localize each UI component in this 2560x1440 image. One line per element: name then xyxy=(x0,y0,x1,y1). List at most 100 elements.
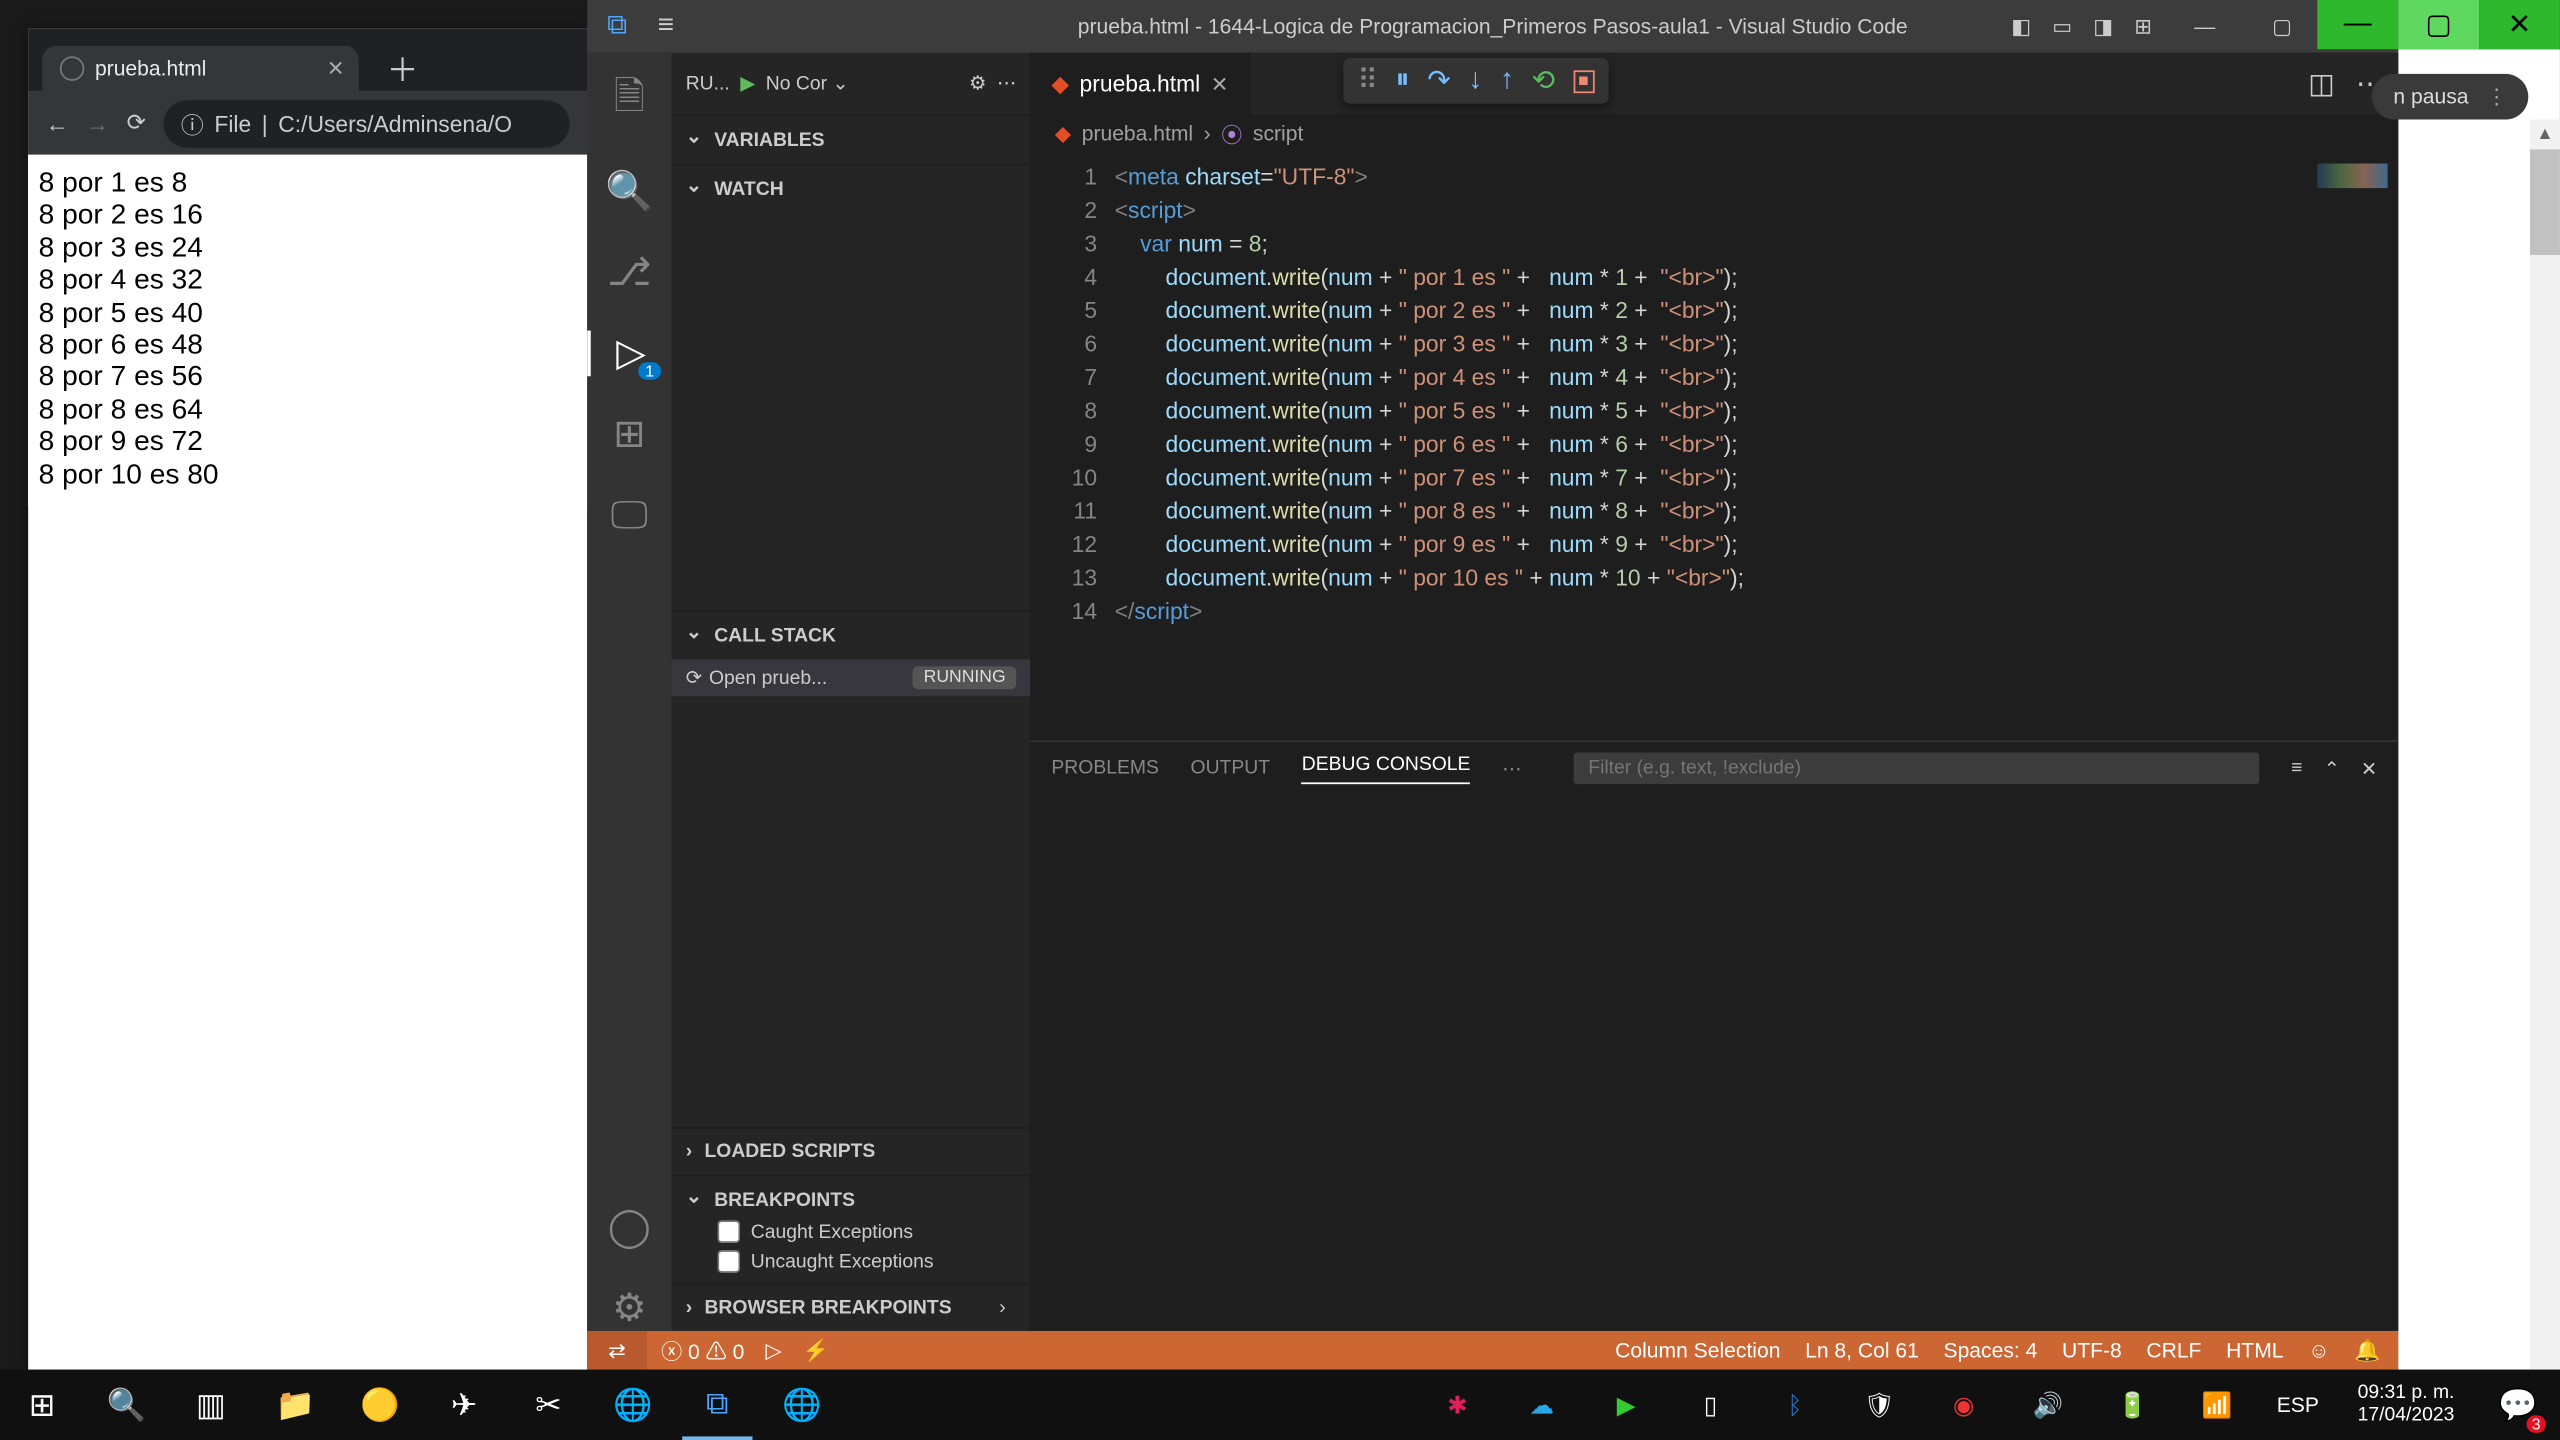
tray-slack-icon[interactable]: ✱ xyxy=(1422,1370,1492,1440)
start-debug-icon[interactable]: ▶ xyxy=(740,72,755,95)
bell-icon[interactable]: 🔔 xyxy=(2354,1338,2380,1363)
encoding-indicator[interactable]: UTF-8 xyxy=(2062,1338,2122,1363)
step-over-icon[interactable]: ↷ xyxy=(1427,63,1451,98)
panel-filter-input[interactable] xyxy=(1574,753,2259,785)
browser-tab[interactable]: prueba.html ✕ xyxy=(42,46,358,92)
snip-icon[interactable]: ✂ xyxy=(513,1370,583,1440)
layout-panel-icon[interactable]: ▭ xyxy=(2052,14,2072,39)
page-scrollbar[interactable]: ▲ xyxy=(2530,120,2560,1370)
code-editor[interactable]: 1234567891011121314 <meta charset="UTF-8… xyxy=(1030,153,2398,740)
menu-icon[interactable]: ≡ xyxy=(647,11,685,43)
radio-tower-icon[interactable]: ⚡ xyxy=(803,1338,829,1363)
cursor-position[interactable]: Ln 8, Col 61 xyxy=(1805,1338,1919,1363)
chrome-icon[interactable]: 🌐 xyxy=(767,1370,837,1440)
step-into-icon[interactable]: ↓ xyxy=(1468,65,1482,97)
debug-toolbar[interactable]: ⠿ ⏸ ↷ ↓ ↑ ⟲ ■ xyxy=(1343,58,1608,104)
vscode-title-bar[interactable]: ⧉ ≡ prueba.html - 1644-Logica de Program… xyxy=(587,0,2398,53)
section-watch[interactable]: WATCH xyxy=(686,172,1017,205)
tray-bluetooth-icon[interactable]: ᛒ xyxy=(1760,1370,1830,1440)
eol-indicator[interactable]: CRLF xyxy=(2146,1338,2201,1363)
layout-sidebar-right-icon[interactable]: ◨ xyxy=(2093,14,2113,39)
back-icon[interactable]: ← xyxy=(46,110,69,136)
feedback-icon[interactable]: ☺ xyxy=(2308,1338,2330,1363)
file-explorer-icon[interactable]: 📁 xyxy=(260,1370,330,1440)
new-tab-button[interactable]: ＋ xyxy=(369,46,436,92)
restart-icon[interactable]: ⟲ xyxy=(1532,63,1556,98)
source-control-icon[interactable]: ⎇ xyxy=(607,250,652,296)
section-variables[interactable]: VARIABLES xyxy=(686,123,1017,156)
indent-indicator[interactable]: Spaces: 4 xyxy=(1943,1338,2037,1363)
stop-icon[interactable]: ■ xyxy=(1573,69,1594,92)
chrome-icon[interactable]: 🟡 xyxy=(345,1370,415,1440)
more-icon[interactable]: ⋮ xyxy=(2486,84,2507,109)
step-out-icon[interactable]: ↑ xyxy=(1500,65,1514,97)
notifications-icon[interactable]: 💬3 xyxy=(2483,1370,2553,1440)
column-selection-indicator[interactable]: Column Selection xyxy=(1615,1338,1780,1363)
forward-icon[interactable]: → xyxy=(86,110,109,136)
code-body[interactable]: <meta charset="UTF-8"> <script> var num … xyxy=(1115,153,2398,740)
accounts-icon[interactable]: ◯ xyxy=(608,1204,651,1250)
section-browser-breakpoints[interactable]: BROWSER BREAKPOINTS xyxy=(686,1292,952,1324)
tab-output[interactable]: OUTPUT xyxy=(1191,758,1271,779)
gear-icon[interactable]: ⚙ xyxy=(969,72,986,95)
settings-gear-icon[interactable]: ⚙ xyxy=(612,1285,647,1331)
maximize-button[interactable]: ▢ xyxy=(2243,0,2320,53)
errors-indicator[interactable]: ⓧ 0 ⚠ 0 xyxy=(661,1335,744,1365)
tray-app-icon[interactable]: ◉ xyxy=(1929,1370,1999,1440)
tray-wifi-icon[interactable]: 📶 xyxy=(2182,1370,2252,1440)
minimap[interactable] xyxy=(2317,164,2387,189)
task-view-button[interactable]: ▥ xyxy=(176,1370,246,1440)
search-icon[interactable]: 🔍 xyxy=(605,169,653,215)
checkbox[interactable] xyxy=(717,1250,740,1273)
run-debug-icon[interactable]: ▷1 xyxy=(587,331,671,377)
debug-console-body[interactable] xyxy=(1030,795,2398,1331)
chevron-up-icon[interactable]: ⌃ xyxy=(2324,757,2340,780)
callstack-item[interactable]: ⟳Open prueb... RUNNING xyxy=(672,659,1031,696)
pause-pill[interactable]: n pausa ⋮ xyxy=(2372,74,2528,120)
maximize-button[interactable]: ▢ xyxy=(2398,0,2479,49)
address-bar[interactable]: ⓘ File | C:/Users/Adminsena/O xyxy=(163,99,569,146)
section-loaded-scripts[interactable]: LOADED SCRIPTS xyxy=(686,1136,1017,1168)
debug-config-dropdown[interactable]: No Cor ⌄ xyxy=(766,72,959,95)
layout-customize-icon[interactable]: ⊞ xyxy=(2134,14,2152,39)
layout-sidebar-left-icon[interactable]: ◧ xyxy=(2011,14,2031,39)
more-icon[interactable]: ⋯ xyxy=(997,72,1016,95)
bp-uncaught-exceptions[interactable]: Uncaught Exceptions xyxy=(686,1247,1017,1277)
vscode-icon[interactable]: ⧉ xyxy=(682,1370,752,1440)
bp-caught-exceptions[interactable]: Caught Exceptions xyxy=(686,1217,1017,1247)
close-icon[interactable]: ✕ xyxy=(2361,757,2377,780)
scroll-up-icon[interactable]: ▲ xyxy=(2530,120,2560,150)
tab-problems[interactable]: PROBLEMS xyxy=(1051,758,1158,779)
tray-security-icon[interactable]: 🛡 xyxy=(1844,1370,1914,1440)
minimize-button[interactable]: — xyxy=(2166,0,2243,53)
close-icon[interactable]: ✕ xyxy=(1211,71,1229,96)
start-button[interactable]: ⊞ xyxy=(7,1370,77,1440)
section-breakpoints[interactable]: BREAKPOINTS xyxy=(686,1183,1017,1216)
tray-volume-icon[interactable]: 🔊 xyxy=(2013,1370,2083,1440)
remote-button[interactable]: ⇄ xyxy=(587,1331,647,1370)
language-indicator[interactable]: ESP xyxy=(2266,1392,2329,1417)
section-callstack[interactable]: CALL STACK xyxy=(686,619,1017,652)
clock[interactable]: 09:31 p. m. 17/04/2023 xyxy=(2344,1382,2469,1428)
telegram-icon[interactable]: ✈ xyxy=(429,1370,499,1440)
minimize-button[interactable]: — xyxy=(2317,0,2398,49)
tab-debug-console[interactable]: DEBUG CONSOLE xyxy=(1302,753,1471,783)
search-button[interactable]: 🔍 xyxy=(91,1370,161,1440)
scroll-thumb[interactable] xyxy=(2530,149,2560,254)
debug-status-icon[interactable]: ▷ xyxy=(766,1338,782,1363)
more-icon[interactable]: ⋯ xyxy=(1502,757,1521,780)
tray-play-icon[interactable]: ▶ xyxy=(1591,1370,1661,1440)
breadcrumb[interactable]: ◆ prueba.html › ⦿ script xyxy=(1030,114,2398,153)
language-indicator[interactable]: HTML xyxy=(2226,1338,2283,1363)
chrome-icon[interactable]: 🌐 xyxy=(598,1370,668,1440)
drag-handle-icon[interactable]: ⠿ xyxy=(1357,63,1378,98)
explorer-icon[interactable]: 🗎 xyxy=(614,67,645,134)
extensions-icon[interactable]: ⊞ xyxy=(613,411,645,457)
reload-icon[interactable]: ⟳ xyxy=(127,109,146,137)
remote-explorer-icon[interactable]: 🖵 xyxy=(611,492,648,538)
close-icon[interactable]: ✕ xyxy=(327,56,345,81)
tray-battery-icon[interactable]: ▯ xyxy=(1675,1370,1745,1440)
list-icon[interactable]: ≡ xyxy=(2291,757,2302,780)
close-button[interactable]: ✕ xyxy=(2479,0,2560,49)
checkbox[interactable] xyxy=(717,1220,740,1243)
